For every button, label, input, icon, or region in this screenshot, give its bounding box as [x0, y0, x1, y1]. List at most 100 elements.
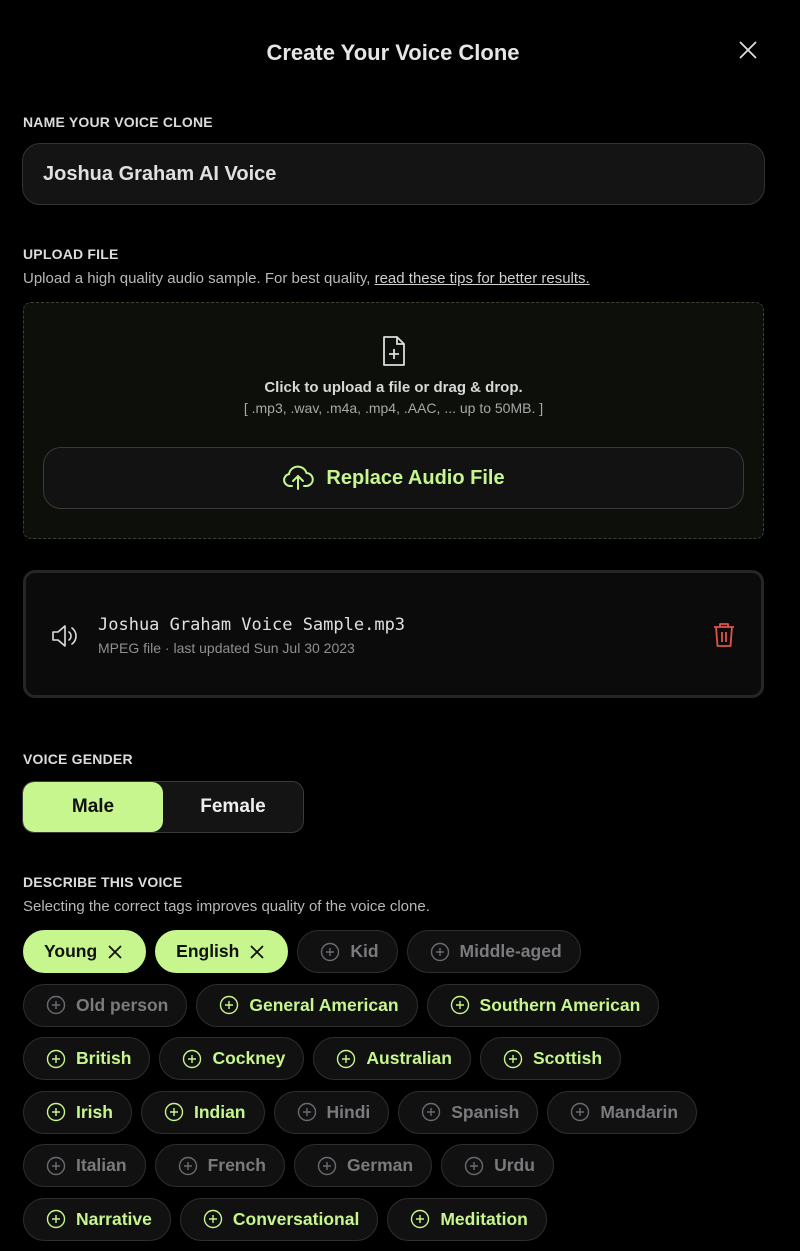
tag-english[interactable]: English: [155, 930, 289, 973]
tag-conversational[interactable]: Conversational: [179, 1197, 379, 1241]
tag-label: Middle-aged: [459, 941, 562, 961]
describe-description: Selecting the correct tags improves qual…: [23, 898, 430, 915]
file-meta: MPEG file · last updated Sun Jul 30 2023: [98, 640, 355, 656]
tag-label: Conversational: [232, 1208, 360, 1229]
plus-circle-icon: [411, 1209, 430, 1229]
gender-label: VOICE GENDER: [23, 751, 133, 767]
plus-circle-icon: [203, 1209, 223, 1229]
remove-icon[interactable]: [249, 944, 265, 960]
tag-spanish[interactable]: Spanish: [398, 1090, 539, 1134]
tag-label: Old person: [76, 994, 169, 1015]
tag-label: Italian: [76, 1155, 127, 1175]
tag-label: Young: [44, 941, 98, 961]
cloud-upload-icon: [283, 465, 315, 490]
trash-icon[interactable]: [712, 621, 736, 649]
plus-circle-icon: [321, 942, 340, 961]
tips-link[interactable]: read these tips for better results.: [375, 270, 590, 287]
tag-urdu[interactable]: Urdu: [441, 1144, 554, 1187]
voice-name-input[interactable]: [22, 143, 765, 205]
tag-row: Narrative Conversational Meditation: [23, 1197, 783, 1241]
tag-kid[interactable]: Kid: [297, 930, 398, 973]
tag-scottish[interactable]: Scottish: [479, 1037, 622, 1080]
tag-label: Kid: [350, 941, 379, 961]
gender-option-female[interactable]: Female: [163, 782, 303, 832]
remove-icon[interactable]: [107, 944, 123, 960]
close-icon[interactable]: [736, 38, 760, 62]
tag-label: Indian: [193, 1101, 246, 1122]
tag-label: German: [346, 1155, 414, 1175]
tag-label: General American: [249, 994, 399, 1015]
tag-southern-american[interactable]: Southern American: [426, 983, 660, 1027]
file-plus-icon: [383, 336, 405, 366]
tag-row: Old person General American Southern Ameri…: [23, 983, 783, 1027]
tag-general-american[interactable]: General American: [196, 983, 418, 1027]
tag-label: Spanish: [451, 1101, 520, 1122]
plus-circle-icon: [46, 1102, 66, 1122]
tag-german[interactable]: German: [293, 1144, 433, 1187]
describe-label: DESCRIBE THIS VOICE: [23, 874, 183, 890]
tag-label: French: [207, 1155, 266, 1175]
tag-label: Southern American: [479, 994, 641, 1015]
plus-circle-icon: [571, 1102, 590, 1122]
plus-circle-icon: [317, 1156, 337, 1175]
tag-label: Scottish: [532, 1048, 603, 1068]
tag-cockney[interactable]: Cockney: [159, 1037, 305, 1080]
tag-row: Italian French German Urdu: [23, 1144, 783, 1187]
drop-formats: [ .mp3, .wav, .m4a, .mp4, .AAC, ... up t…: [243, 400, 544, 416]
tag-australian[interactable]: Australian: [313, 1037, 471, 1080]
gender-toggle: Male Female: [22, 781, 304, 833]
tag-italian[interactable]: Italian: [23, 1144, 146, 1187]
tag-narrative[interactable]: Narrative: [23, 1197, 171, 1241]
tag-french[interactable]: French: [154, 1144, 285, 1187]
replace-audio-label: Replace Audio File: [326, 466, 505, 489]
tag-row: British Cockney Australian Scottish: [23, 1037, 783, 1080]
tag-hindi[interactable]: Hindi: [273, 1090, 390, 1134]
tag-label: Meditation: [440, 1208, 528, 1229]
tag-middle-aged[interactable]: Middle-aged: [406, 930, 581, 973]
plus-circle-icon: [46, 1049, 66, 1068]
plus-circle-icon: [164, 1102, 184, 1122]
tag-irish[interactable]: Irish: [23, 1090, 132, 1134]
upload-description-text: Upload a high quality audio sample. For …: [23, 270, 375, 287]
name-label: NAME YOUR VOICE CLONE: [23, 114, 213, 130]
upload-label: UPLOAD FILE: [23, 246, 119, 262]
upload-dropzone[interactable]: Click to upload a file or drag & drop. […: [23, 302, 764, 539]
plus-circle-icon: [178, 1156, 197, 1175]
uploaded-file-card: Joshua Graham Voice Sample.mp3 MPEG file…: [23, 570, 764, 698]
plus-circle-icon: [46, 1156, 66, 1175]
plus-circle-icon: [46, 995, 66, 1015]
tag-indian[interactable]: Indian: [140, 1090, 265, 1134]
tag-young[interactable]: Young: [23, 930, 147, 973]
drop-title: Click to upload a file or drag & drop.: [264, 379, 523, 396]
tag-mandarin[interactable]: Mandarin: [547, 1090, 698, 1134]
plus-circle-icon: [337, 1049, 356, 1068]
dialog-title: Create Your Voice Clone: [266, 40, 520, 65]
plus-circle-icon: [430, 942, 449, 961]
voice-tags: Young English Kid Middle-aged Old person Gene…: [23, 930, 783, 1251]
plus-circle-icon: [450, 995, 469, 1015]
tag-label: Urdu: [494, 1155, 535, 1175]
tag-label: Cockney: [212, 1048, 286, 1068]
tag-label: Hindi: [326, 1101, 371, 1122]
plus-circle-icon: [464, 1156, 484, 1175]
plus-circle-icon: [297, 1102, 316, 1122]
speaker-icon: [52, 625, 77, 647]
gender-option-male[interactable]: Male: [23, 782, 163, 832]
plus-circle-icon: [422, 1102, 441, 1122]
tag-label: Irish: [76, 1101, 113, 1122]
tag-label: British: [76, 1048, 132, 1068]
plus-circle-icon: [183, 1049, 202, 1068]
tag-label: Mandarin: [600, 1101, 679, 1122]
tag-row: Young English Kid Middle-aged: [23, 930, 783, 973]
tag-british[interactable]: British: [23, 1037, 151, 1080]
tag-old-person[interactable]: Old person: [23, 983, 188, 1027]
plus-circle-icon: [220, 995, 239, 1015]
plus-circle-icon: [46, 1209, 66, 1229]
tag-label: English: [176, 941, 240, 961]
plus-circle-icon: [503, 1049, 523, 1068]
file-name: Joshua Graham Voice Sample.mp3: [98, 615, 406, 635]
tag-label: Narrative: [76, 1208, 152, 1229]
tag-meditation[interactable]: Meditation: [387, 1197, 547, 1241]
tag-label: Australian: [366, 1048, 452, 1068]
replace-audio-button[interactable]: Replace Audio File: [43, 447, 744, 509]
